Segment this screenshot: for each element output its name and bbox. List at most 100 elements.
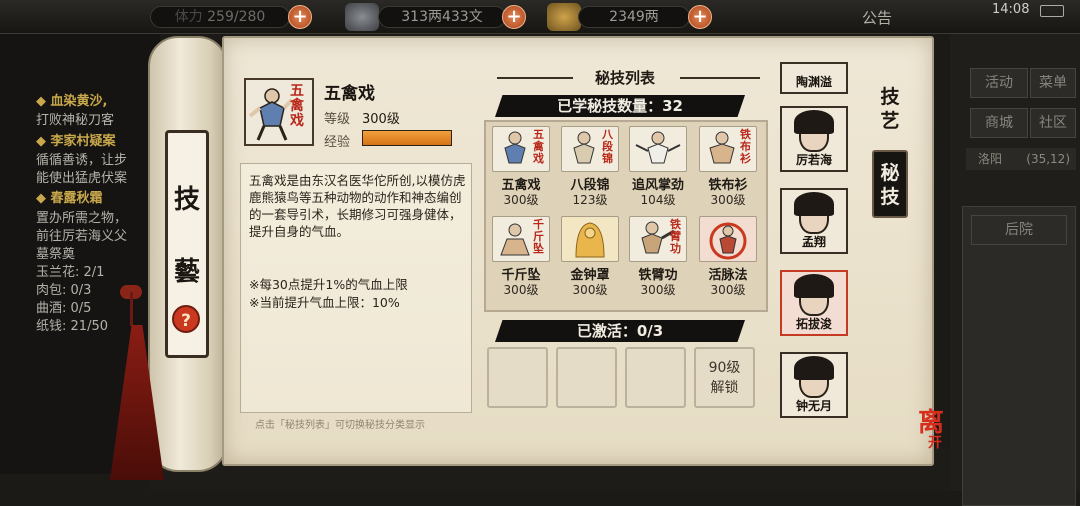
level-label: 等级 xyxy=(324,112,351,127)
skill-note-2: ※当前提升气血上限：10% xyxy=(249,295,400,310)
active-slot-3[interactable] xyxy=(625,347,686,408)
side-menu: 活动 菜单 商城 社区 洛阳 (35,12) 后院 xyxy=(950,34,1080,506)
skill-card-baduanjin[interactable]: 八段锦 八段锦 123级 xyxy=(557,124,623,208)
level-value: 300级 xyxy=(362,112,400,127)
character-card[interactable]: 钟无月 xyxy=(780,352,848,418)
community-button[interactable]: 社区 xyxy=(1030,108,1076,138)
battery-icon xyxy=(1040,5,1064,17)
notice-button[interactable]: 公告 xyxy=(862,7,892,28)
skill-level: 300级 xyxy=(503,283,539,297)
quest-item: 纸钱: 21/50 xyxy=(36,319,108,334)
add-copper-button[interactable]: + xyxy=(502,5,526,29)
skill-list-title[interactable]: 秘技列表 xyxy=(505,67,745,89)
tiebigong-icon-caption: 铁臂功 xyxy=(670,218,681,255)
zhuifeng-icon xyxy=(629,126,687,172)
copper-display: 313两433文 xyxy=(378,6,506,28)
quest-item: 玉兰花: 2/1 xyxy=(36,265,105,280)
skill-card-zhuifeng[interactable]: 追风掌劲 104级 xyxy=(625,124,691,208)
silver-ingot-icon xyxy=(547,3,581,31)
add-silver-button[interactable]: + xyxy=(688,5,712,29)
character-hair xyxy=(794,356,834,380)
menu-button[interactable]: 菜单 xyxy=(1030,68,1076,98)
help-button[interactable]: ? xyxy=(172,305,200,333)
character-name: 厉若海 xyxy=(795,153,832,167)
skill-name: 五禽戏 xyxy=(324,84,375,104)
locked-slot: 90级 解锁 xyxy=(694,347,755,408)
huomaifa-icon xyxy=(699,216,757,262)
baduanjin-icon: 八段锦 xyxy=(561,126,619,172)
character-hair xyxy=(794,192,834,216)
tab-secret-skills[interactable]: 秘技 xyxy=(872,150,908,218)
character-name: 钟无月 xyxy=(795,399,832,413)
character-hair xyxy=(794,274,834,298)
skill-card-huomaifa[interactable]: 活脉法 300级 xyxy=(695,214,761,298)
skill-card-qianjinzhui[interactable]: 千斤坠 千斤坠 300级 xyxy=(488,214,554,298)
martial-figure xyxy=(709,222,747,260)
quest-desc-2a: 循循善诱，让步 xyxy=(36,153,128,168)
active-slot-2[interactable] xyxy=(556,347,617,408)
tiebushan-icon: 铁布衫 xyxy=(699,126,757,172)
character-card[interactable]: 厉若海 xyxy=(780,106,848,172)
skill-level: 300级 xyxy=(503,193,539,207)
skill-description: 五禽戏是由东汉名医华佗所创,以模仿虎鹿熊猿鸟等五种动物的动作和神态编创的一套导引… xyxy=(249,173,466,239)
backyard-button[interactable]: 后院 xyxy=(971,215,1067,245)
roller-char-1: 技 xyxy=(173,185,200,215)
jinzhongzhao-icon xyxy=(561,216,619,262)
skill-level: 300级 xyxy=(710,193,746,207)
martial-figure xyxy=(635,131,681,164)
quest-title-1[interactable]: ◆ 血染黄沙, xyxy=(36,94,107,110)
quest-desc-3c: 墓祭奠 xyxy=(36,247,76,262)
portrait-caption: 五禽戏 xyxy=(290,83,304,129)
qianjinzhui-icon-caption: 千斤坠 xyxy=(533,218,544,255)
tab-skills[interactable]: 技艺 xyxy=(872,76,908,144)
tiebigong-icon: 铁臂功 xyxy=(629,216,687,262)
selected-skill-portrait: 五禽戏 xyxy=(244,78,314,146)
skill-level: 104级 xyxy=(640,193,676,207)
character-name: 陶渊溢 xyxy=(795,75,832,89)
silver-display: 2349两 xyxy=(578,6,690,28)
skill-level: 300级 xyxy=(572,283,608,297)
activity-button[interactable]: 活动 xyxy=(970,68,1028,98)
quest-title-3[interactable]: ◆ 春露秋霜 xyxy=(36,191,103,207)
tiebushan-icon-caption: 铁布衫 xyxy=(740,128,751,165)
leave-button-sub[interactable]: 开 xyxy=(928,432,942,452)
learned-count-banner: 已学秘技数量：32 xyxy=(495,95,745,117)
exp-label: 经验 xyxy=(324,135,351,150)
baduanjin-icon-caption: 八段锦 xyxy=(602,128,613,165)
active-count-banner: 已激活：0/3 xyxy=(495,320,745,342)
skill-level: 300级 xyxy=(640,283,676,297)
skill-note-1: ※每30点提升1%的气血上限 xyxy=(249,277,408,292)
skill-card-tiebushan[interactable]: 铁布衫 铁布衫 300级 xyxy=(695,124,761,208)
active-slot-1[interactable] xyxy=(487,347,548,408)
character-card[interactable]: 孟翔 xyxy=(780,188,848,254)
add-stamina-button[interactable]: + xyxy=(288,5,312,29)
skill-card-jinzhongzhao[interactable]: 金钟罩 300级 xyxy=(557,214,623,298)
roller-char-2: 藝 xyxy=(173,257,200,287)
quest-item: 曲酒: 0/5 xyxy=(36,301,92,316)
location-display: 洛阳 (35,12) xyxy=(966,148,1076,170)
quest-title-2[interactable]: ◆ 李家村疑案 xyxy=(36,134,116,150)
skill-level: 300级 xyxy=(710,283,746,297)
skill-description-box: 五禽戏是由东汉名医华佗所创,以模仿虎鹿熊猿鸟等五种动物的动作和神态编创的一套导引… xyxy=(240,163,472,413)
skill-level: 123级 xyxy=(572,193,608,207)
golden-bell-figure xyxy=(575,222,605,258)
character-name: 拓拔浚 xyxy=(795,317,832,331)
clock: 14:08 xyxy=(992,2,1030,17)
stamina-display: 体力 259/280 xyxy=(150,6,290,28)
silver-value: 2349两 xyxy=(609,9,659,25)
wuqinxi-icon-caption: 五禽戏 xyxy=(533,128,544,165)
skill-card-tiebigong[interactable]: 铁臂功 铁臂功 300级 xyxy=(625,214,691,298)
wuqinxi-icon: 五禽戏 xyxy=(492,126,550,172)
character-hair xyxy=(794,110,834,134)
character-card[interactable]: 陶渊溢 xyxy=(780,62,848,94)
skill-card-wuqinxi[interactable]: 五禽戏 五禽戏 300级 xyxy=(488,124,554,208)
exp-bar-fill xyxy=(363,131,451,145)
tassel-cord xyxy=(130,292,133,326)
shop-button[interactable]: 商城 xyxy=(970,108,1028,138)
quest-desc-1: 打败神秘刀客 xyxy=(36,113,115,128)
character-card-selected[interactable]: 拓拔浚 xyxy=(780,270,848,336)
quest-desc-3b: 前往厉若海义父 xyxy=(36,229,128,244)
minimap[interactable]: 后院 xyxy=(962,206,1076,506)
quest-desc-3a: 置办所需之物， xyxy=(36,211,128,226)
top-status-bar: 体力 259/280 + 313两433文 + 2349两 + 公告 14:08 xyxy=(0,0,1080,34)
